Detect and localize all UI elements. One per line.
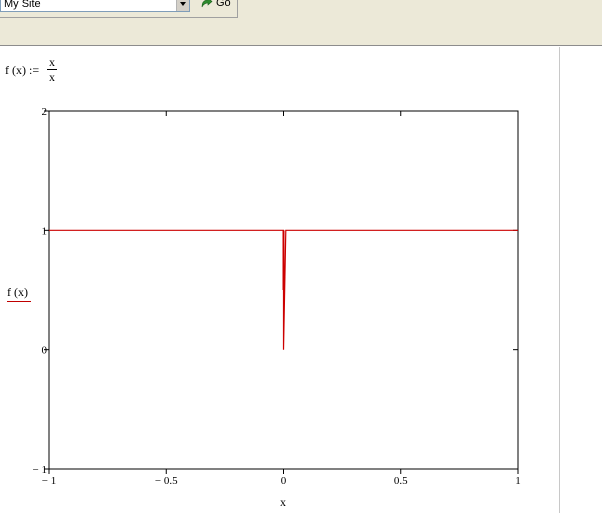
tick-marks xyxy=(44,110,519,474)
xy-plot[interactable]: − 1 − 0.5 0 0.5 1 − 1 0 1 2 xyxy=(0,0,602,513)
y-tick-label: − 1 xyxy=(33,464,47,476)
x-tick-label: 0.5 xyxy=(394,475,408,487)
series-group xyxy=(49,229,518,350)
y-axis-label[interactable]: f (x) xyxy=(7,285,31,302)
tick-labels: − 1 − 0.5 0 0.5 1 − 1 0 1 2 xyxy=(33,106,521,487)
x-tick-label: 1 xyxy=(515,475,521,487)
x-tick-label: − 1 xyxy=(42,475,56,487)
y-tick-label: 1 xyxy=(42,225,48,237)
y-axis-label-text: f (x) xyxy=(7,285,28,299)
y-tick-label: 0 xyxy=(42,345,48,357)
y-axis-label-trace-line xyxy=(7,301,31,302)
y-tick-label: 2 xyxy=(42,106,48,118)
x-tick-label: − 0.5 xyxy=(155,475,178,487)
x-tick-label: 0 xyxy=(281,475,287,487)
x-axis-label[interactable]: x xyxy=(280,495,286,510)
